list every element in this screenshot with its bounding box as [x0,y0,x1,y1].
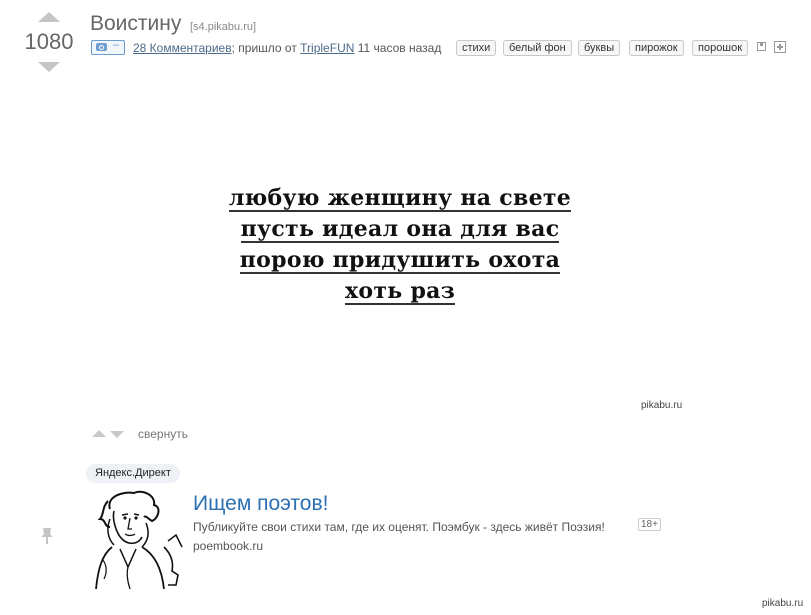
portrait-image [92,489,184,593]
post-title[interactable]: Воистину [90,12,181,36]
ad-title-link[interactable]: Ищем поэтов! [193,492,328,516]
collapse-link[interactable]: свернуть [138,427,188,441]
tag-button[interactable]: пирожок [629,40,684,56]
plus-icon[interactable] [774,41,786,53]
ad-domain-link[interactable]: poembook.ru [193,539,263,553]
footer-watermark: pikabu.ru [762,598,804,609]
vote-down-small-icon[interactable] [110,431,124,438]
poem-line: хоть раз [344,278,456,305]
tag-button[interactable]: порошок [692,40,749,56]
post-source: [s4.pikabu.ru] [190,21,257,33]
poem-line: порою придушить охота [239,247,561,274]
tag-button[interactable]: стихи [456,40,497,56]
poem-line: пусть идеал она для вас [240,216,560,243]
save-icon[interactable] [757,42,766,51]
ad-text: Публикуйте свои стихи там, где их оценят… [193,520,605,534]
image-watermark: pikabu.ru [641,400,683,411]
author-link[interactable]: TripleFUN [300,41,354,55]
vote-down-icon[interactable] [38,62,60,72]
post-time: 11 часов назад [354,41,442,55]
ad-label: Яндекс.Директ [86,464,180,483]
tag-button[interactable]: буквы [578,40,621,56]
post-image-text: любую женщину на свете пусть идеал она д… [150,186,650,310]
poem-line: любую женщину на свете [228,185,572,212]
post-meta: 28 Комментариев; пришло от TripleFUN 11 … [133,41,441,55]
vote-up-small-icon[interactable] [92,430,106,437]
badge-dash: – [113,39,120,51]
came-from-text: ; пришло от [231,41,301,55]
age-badge: 18+ [638,518,661,531]
pin-icon[interactable] [38,526,56,546]
comments-link[interactable]: 28 Комментариев [133,41,232,55]
camera-icon [96,43,107,51]
post-rating: 1080 [24,29,74,54]
tag-button[interactable]: белый фон [503,40,572,56]
image-toggle-button[interactable]: – [91,39,125,55]
vote-up-icon[interactable] [38,12,60,22]
